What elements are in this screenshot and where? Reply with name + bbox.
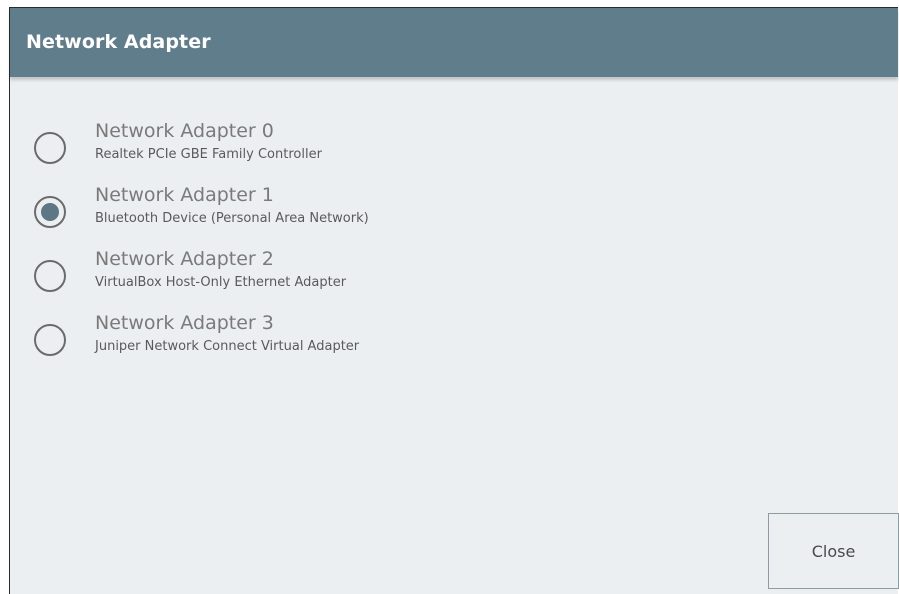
adapter-option-3[interactable]: Network Adapter 3 Juniper Network Connec… — [34, 312, 534, 377]
adapter-name: Network Adapter 2 — [95, 248, 274, 270]
adapter-description: Bluetooth Device (Personal Area Network) — [95, 211, 369, 226]
adapter-description: Juniper Network Connect Virtual Adapter — [95, 339, 360, 354]
adapter-name: Network Adapter 3 — [95, 312, 274, 334]
radio-unchecked-icon[interactable] — [34, 260, 66, 292]
title-bar: Network Adapter — [10, 8, 898, 77]
adapter-option-1[interactable]: Network Adapter 1 Bluetooth Device (Pers… — [34, 184, 534, 249]
close-button[interactable]: Close — [768, 513, 899, 589]
adapter-description: Realtek PCIe GBE Family Controller — [95, 147, 322, 162]
radio-unchecked-icon[interactable] — [34, 132, 66, 164]
radio-unchecked-icon[interactable] — [34, 324, 66, 356]
adapter-name: Network Adapter 0 — [95, 120, 274, 142]
radio-checked-icon[interactable] — [34, 196, 66, 228]
dialog-title: Network Adapter — [26, 31, 211, 53]
network-adapter-dialog: Network Adapter Network Adapter 0 Realte… — [9, 7, 899, 594]
adapter-name: Network Adapter 1 — [95, 184, 274, 206]
adapter-option-0[interactable]: Network Adapter 0 Realtek PCIe GBE Famil… — [34, 120, 534, 185]
adapter-description: VirtualBox Host-Only Ethernet Adapter — [95, 275, 347, 290]
adapter-option-2[interactable]: Network Adapter 2 VirtualBox Host-Only E… — [34, 248, 534, 313]
